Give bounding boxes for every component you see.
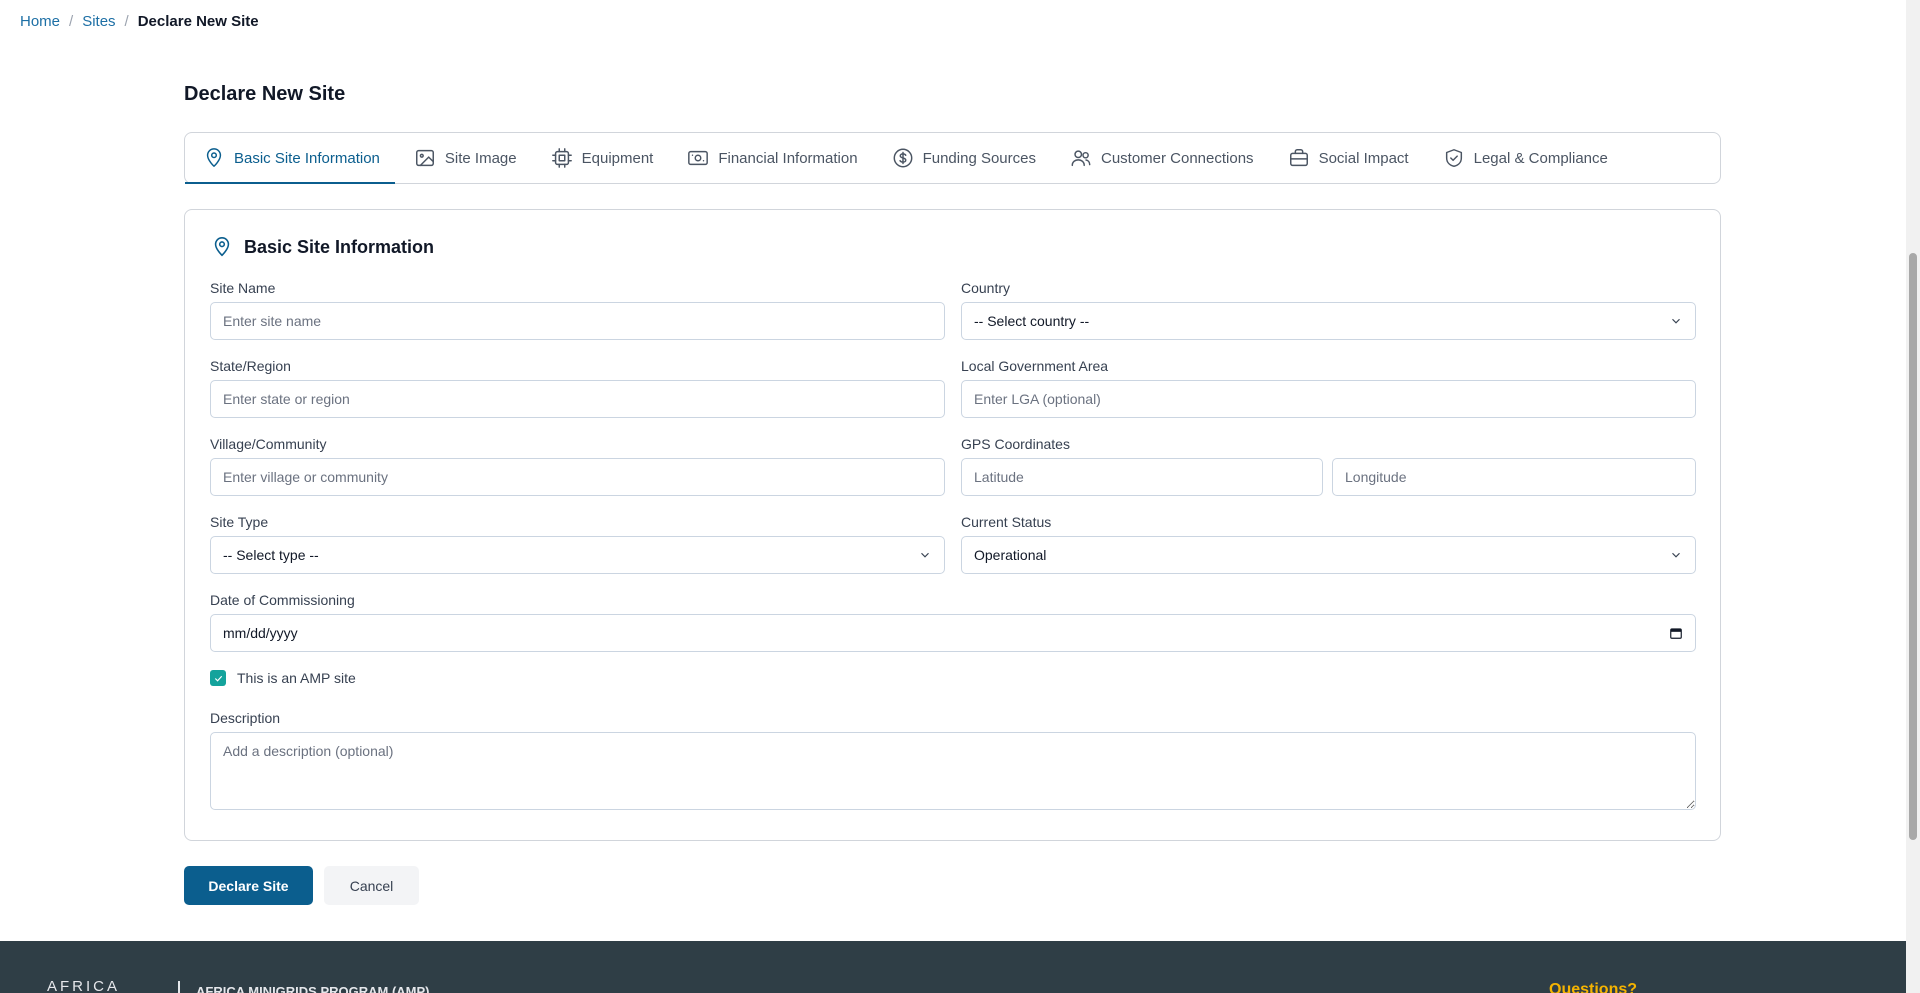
chevron-down-icon (1672, 552, 1680, 558)
tab-label: Social Impact (1318, 149, 1409, 167)
description-textarea[interactable] (210, 732, 1696, 810)
shield-check-icon (1445, 149, 1462, 167)
map-pin-icon (214, 237, 230, 257)
country-label: Country (961, 280, 1011, 296)
site-name-input[interactable]: Enter site name (210, 302, 945, 340)
status-label: Current Status (961, 514, 1052, 530)
amp-site-checkbox-row[interactable]: This is an AMP site (210, 670, 356, 686)
lga-label: Local Government Area (961, 358, 1109, 374)
breadcrumb-current: Declare New Site (137, 13, 259, 30)
commissioning-label: Date of Commissioning (210, 592, 355, 608)
chip-icon (551, 148, 572, 168)
gps-label: GPS Coordinates (961, 436, 1070, 452)
dollar-circle-icon (893, 148, 913, 168)
country-selected-value: -- Select country -- (974, 313, 1090, 329)
declare-site-button[interactable]: Declare Site (184, 866, 313, 905)
tab-customer-connections[interactable]: Customer Connections (1070, 133, 1254, 183)
page-title: Declare New Site (184, 83, 346, 105)
longitude-input[interactable]: Longitude (1332, 458, 1696, 496)
status-select[interactable]: Operational (961, 536, 1696, 574)
breadcrumb-sites-link[interactable]: Sites (82, 13, 115, 30)
footer-logo[interactable]: AFRICA (47, 978, 120, 993)
village-placeholder: Enter village or community (223, 469, 388, 485)
briefcase-icon (1289, 149, 1308, 167)
site-type-label: Site Type (210, 514, 269, 530)
tab-label: Site Image (444, 149, 517, 167)
banknote-icon (688, 150, 709, 166)
section-title: Basic Site Information (244, 236, 435, 257)
image-icon (415, 149, 434, 167)
footer-program-name: AFRICA MINIGRIDS PROGRAM (AMP) (196, 984, 430, 993)
cancel-button[interactable]: Cancel (324, 866, 419, 905)
breadcrumb-separator: / (69, 13, 74, 30)
tab-basic-site-information[interactable]: Basic Site Information (185, 133, 395, 184)
map-pin-icon (206, 148, 222, 167)
chevron-down-icon (1672, 318, 1680, 324)
page-scrollbar[interactable] (1906, 0, 1920, 993)
footer-divider (178, 981, 180, 993)
scrollbar-thumb[interactable] (1909, 253, 1917, 840)
latitude-input[interactable]: Latitude (961, 458, 1323, 496)
commissioning-date-input[interactable]: mm/dd/yyyy (210, 614, 1696, 652)
site-name-label: Site Name (210, 280, 276, 296)
country-select[interactable]: -- Select country -- (961, 302, 1696, 340)
tab-label: Financial Information (718, 149, 858, 167)
amp-site-label: This is an AMP site (237, 670, 356, 686)
lga-input[interactable]: Enter LGA (optional) (961, 380, 1696, 418)
check-icon (214, 675, 222, 682)
site-type-select[interactable]: -- Select type -- (210, 536, 945, 574)
breadcrumb-separator: / (124, 13, 129, 30)
tab-funding-sources[interactable]: Funding Sources (892, 133, 1036, 183)
tab-label: Customer Connections (1100, 149, 1254, 167)
tab-financial-information[interactable]: Financial Information (687, 133, 858, 183)
basic-info-card: Basic Site Information Site Name Enter s… (184, 209, 1721, 841)
breadcrumb-home-link[interactable]: Home (20, 13, 60, 30)
breadcrumb: Home / Sites / Declare New Site (20, 13, 259, 30)
village-label: Village/Community (210, 436, 327, 452)
tab-label: Equipment (581, 149, 654, 167)
tab-equipment[interactable]: Equipment (551, 133, 654, 183)
tab-label: Legal & Compliance (1473, 149, 1608, 167)
footer: AFRICA AFRICA MINIGRIDS PROGRAM (AMP) Qu… (0, 941, 1906, 993)
site-type-selected-value: -- Select type -- (223, 547, 319, 563)
status-selected-value: Operational (974, 547, 1047, 563)
description-label: Description (210, 710, 281, 726)
latitude-placeholder: Latitude (974, 469, 1024, 485)
users-icon (1071, 150, 1091, 167)
village-input[interactable]: Enter village or community (210, 458, 945, 496)
tab-label: Basic Site Information (234, 149, 380, 167)
chevron-down-icon (921, 552, 929, 558)
tab-legal-compliance[interactable]: Legal & Compliance (1443, 133, 1608, 183)
longitude-placeholder: Longitude (1345, 469, 1407, 485)
lga-placeholder: Enter LGA (optional) (974, 391, 1101, 407)
state-placeholder: Enter state or region (223, 391, 350, 407)
amp-site-checkbox[interactable] (210, 670, 226, 686)
footer-questions-heading: Questions? (1549, 981, 1638, 993)
tab-social-impact[interactable]: Social Impact (1288, 133, 1409, 183)
tab-label: Funding Sources (922, 149, 1036, 167)
tab-site-image[interactable]: Site Image (414, 133, 517, 183)
section-header: Basic Site Information (211, 236, 434, 258)
tab-bar: Basic Site Information Site Image Equipm… (184, 132, 1721, 184)
site-name-placeholder: Enter site name (223, 313, 322, 329)
state-input[interactable]: Enter state or region (210, 380, 945, 418)
commissioning-date-value: mm/dd/yyyy (223, 625, 298, 641)
state-label: State/Region (210, 358, 291, 374)
calendar-icon[interactable] (1669, 626, 1683, 640)
